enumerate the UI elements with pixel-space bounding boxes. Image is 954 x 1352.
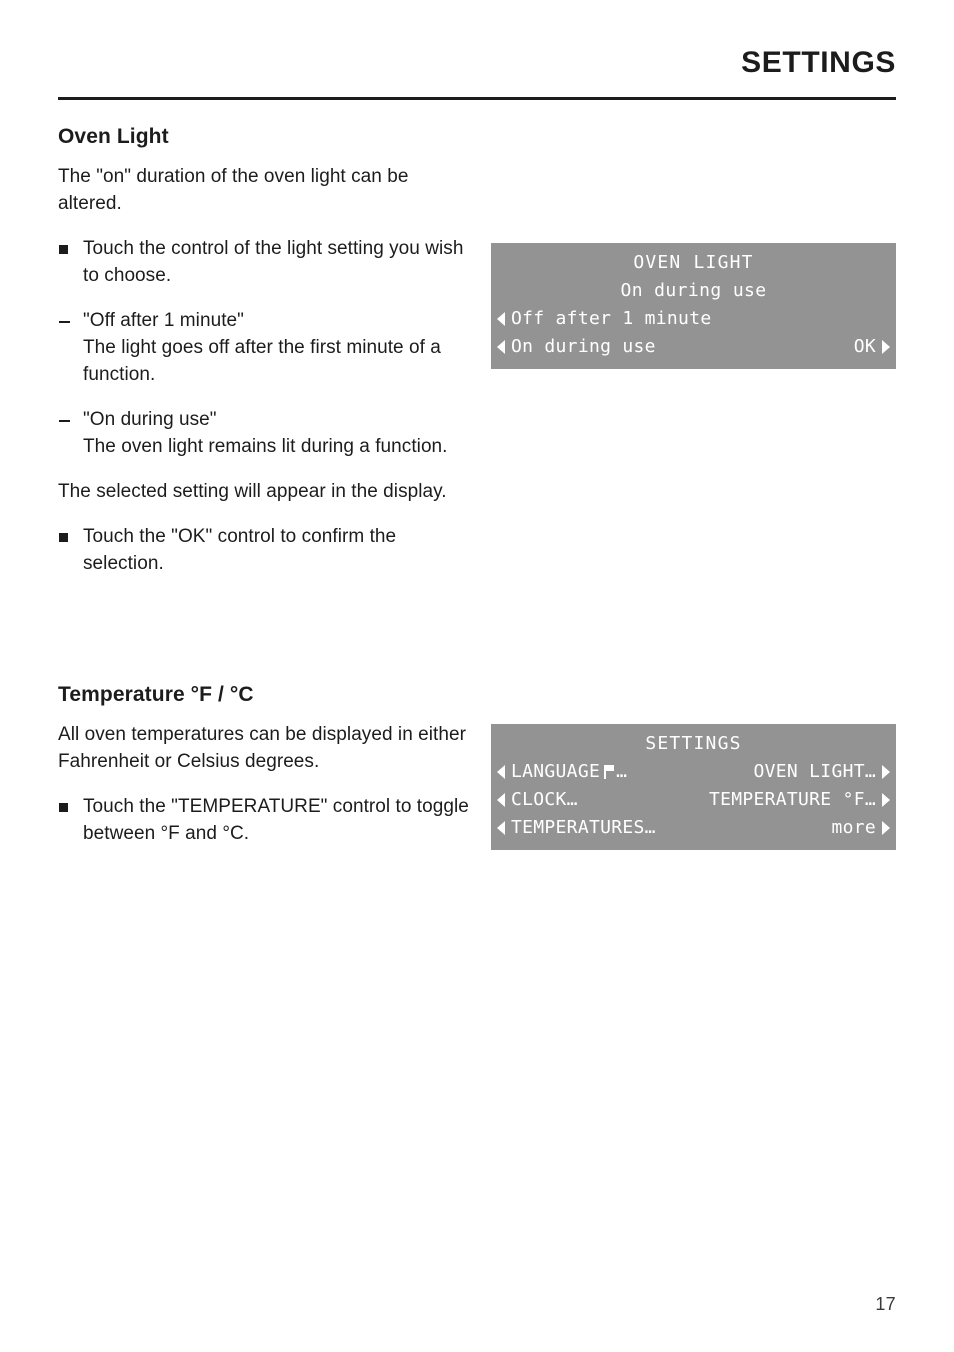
section-temperature: Temperature °F / °C All oven temperature… bbox=[58, 682, 470, 848]
flag-icon bbox=[604, 764, 615, 779]
section-heading-temperature: Temperature °F / °C bbox=[58, 682, 254, 706]
section-oven-light: Oven Light The "on" duration of the oven… bbox=[58, 124, 470, 578]
oven-light-display-panel: OVEN LIGHT On during use Off after 1 min… bbox=[491, 243, 896, 369]
list-item-text: Touch the "OK" control to confirm the se… bbox=[83, 525, 397, 574]
left-triangle-icon[interactable] bbox=[497, 792, 505, 807]
square-bullet-icon bbox=[59, 803, 68, 813]
temperature-intro: All oven temperatures can be displayed i… bbox=[58, 724, 466, 773]
list-item-text: "On during use" The oven light remains l… bbox=[83, 409, 448, 457]
menu-item-more[interactable]: more bbox=[831, 814, 890, 842]
dash-bullet-icon bbox=[59, 321, 70, 324]
section-heading-oven-light: Oven Light bbox=[58, 125, 169, 148]
list-item-text: Touch the control of the light setting y… bbox=[83, 238, 464, 287]
right-triangle-icon[interactable] bbox=[882, 820, 890, 835]
list-item-text: "Off after 1 minute" The light goes off … bbox=[83, 310, 441, 386]
left-triangle-icon[interactable] bbox=[497, 764, 505, 779]
list-item-text: Touch the "TEMPERATURE" control to toggl… bbox=[83, 796, 469, 845]
left-triangle-icon[interactable] bbox=[497, 820, 505, 835]
right-triangle-icon[interactable] bbox=[882, 792, 890, 807]
ok-button-label[interactable]: OK bbox=[854, 333, 876, 361]
display-option-on-during-use[interactable]: On during use OK bbox=[497, 333, 890, 361]
square-bullet-icon bbox=[59, 532, 68, 542]
menu-item-temperatures[interactable]: TEMPERATURES… bbox=[497, 814, 656, 842]
menu-item-temperature-unit[interactable]: TEMPERATURE °F… bbox=[709, 786, 890, 814]
oven-light-list: Touch the control of the light setting y… bbox=[58, 236, 470, 461]
display-option-label: Off after 1 minute bbox=[511, 307, 712, 329]
display-option-label: On during use bbox=[511, 335, 656, 357]
dash-bullet-icon bbox=[59, 420, 70, 423]
display-option-off-after-1-minute[interactable]: Off after 1 minute bbox=[497, 305, 890, 333]
settings-menu-display-panel: SETTINGS LANGUAGE … OVEN LIGHT… CLOCK… T… bbox=[491, 724, 896, 850]
left-triangle-icon[interactable] bbox=[497, 339, 505, 354]
menu-item-label: OVEN LIGHT… bbox=[753, 760, 876, 782]
header-divider bbox=[58, 97, 896, 100]
menu-item-language[interactable]: LANGUAGE … bbox=[497, 758, 627, 786]
right-triangle-icon[interactable] bbox=[882, 764, 890, 779]
menu-row-temperatures-more[interactable]: TEMPERATURES… more bbox=[497, 814, 890, 842]
square-bullet-icon bbox=[59, 245, 68, 255]
oven-light-intro: The "on" duration of the oven light can … bbox=[58, 166, 409, 215]
left-text-column: Oven Light The "on" duration of the oven… bbox=[58, 124, 470, 866]
menu-item-oven-light[interactable]: OVEN LIGHT… bbox=[753, 758, 890, 786]
menu-item-label: LANGUAGE bbox=[511, 760, 601, 782]
menu-item-label: CLOCK… bbox=[511, 788, 578, 810]
page-header: SETTINGS bbox=[58, 48, 896, 78]
temperature-list: Touch the "TEMPERATURE" control to toggl… bbox=[58, 794, 470, 848]
menu-row-clock-temperature[interactable]: CLOCK… TEMPERATURE °F… bbox=[497, 786, 890, 814]
list-item: Touch the "OK" control to confirm the se… bbox=[58, 524, 470, 578]
list-item: Touch the control of the light setting y… bbox=[58, 236, 470, 290]
display-title: OVEN LIGHT bbox=[633, 252, 754, 273]
list-item: Touch the "TEMPERATURE" control to toggl… bbox=[58, 794, 470, 848]
menu-item-label: more bbox=[831, 816, 876, 838]
display-current-value: On during use bbox=[620, 279, 767, 301]
list-item: "On during use" The oven light remains l… bbox=[58, 407, 470, 461]
menu-item-label: TEMPERATURES… bbox=[511, 816, 656, 838]
oven-light-confirm-list: Touch the "OK" control to confirm the se… bbox=[58, 524, 470, 578]
menu-row-language-ovenlight[interactable]: LANGUAGE … OVEN LIGHT… bbox=[497, 758, 890, 786]
list-item: "Off after 1 minute" The light goes off … bbox=[58, 308, 470, 389]
right-triangle-icon[interactable] bbox=[882, 339, 890, 354]
left-triangle-icon[interactable] bbox=[497, 311, 505, 326]
page-title: SETTINGS bbox=[741, 46, 896, 79]
menu-item-clock[interactable]: CLOCK… bbox=[497, 786, 578, 814]
display-title: SETTINGS bbox=[645, 733, 742, 754]
oven-light-note: The selected setting will appear in the … bbox=[58, 480, 447, 502]
menu-item-label: TEMPERATURE °F… bbox=[708, 788, 876, 810]
menu-item-suffix: … bbox=[616, 760, 628, 782]
page-number: 17 bbox=[875, 1294, 896, 1314]
